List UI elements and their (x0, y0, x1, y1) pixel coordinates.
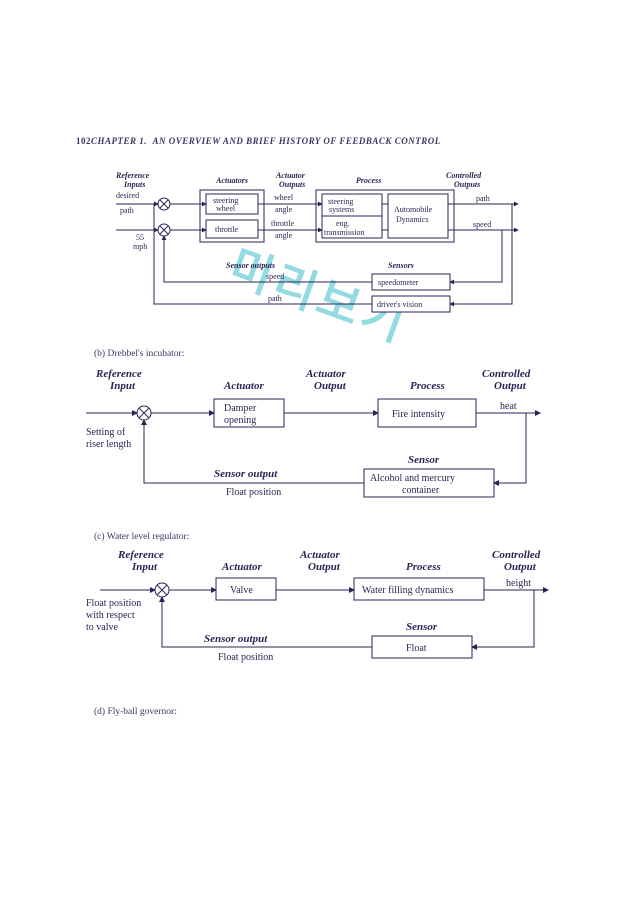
svg-text:speedometer: speedometer (378, 278, 419, 287)
svg-text:path: path (476, 194, 490, 203)
svg-text:wheel: wheel (216, 204, 236, 213)
svg-text:angle: angle (275, 231, 293, 240)
svg-text:Output: Output (314, 380, 347, 392)
svg-text:Process: Process (410, 380, 445, 392)
svg-text:Actuator: Actuator (299, 549, 340, 561)
svg-text:systems: systems (329, 205, 354, 214)
hdr-proc: Process (356, 176, 381, 185)
page-content: 102CHAPTER 1. AN OVERVIEW AND BRIEF HIST… (76, 136, 576, 721)
svg-text:Setting of: Setting of (86, 427, 126, 438)
svg-text:wheel: wheel (274, 193, 294, 202)
svg-text:height: height (506, 578, 531, 589)
running-head: 102CHAPTER 1. AN OVERVIEW AND BRIEF HIST… (76, 136, 576, 146)
svg-text:Sensor: Sensor (406, 621, 438, 633)
svg-text:Output: Output (494, 380, 527, 392)
svg-text:Valve: Valve (230, 585, 253, 596)
svg-text:Process: Process (406, 561, 441, 573)
svg-text:Float position: Float position (86, 598, 141, 609)
svg-text:heat: heat (500, 401, 517, 412)
svg-text:Float: Float (406, 643, 427, 654)
hdr-cout: Controlled (446, 171, 482, 180)
svg-text:desired: desired (116, 191, 139, 200)
svg-text:Fire intensity: Fire intensity (392, 409, 445, 420)
svg-text:Reference: Reference (117, 549, 164, 561)
svg-text:Output: Output (308, 561, 341, 573)
svg-text:Actuator: Actuator (305, 368, 346, 380)
svg-text:Outputs: Outputs (454, 180, 480, 189)
svg-text:eng.: eng. (336, 219, 350, 228)
hdr-aout: Actuator (275, 171, 306, 180)
svg-text:path: path (268, 294, 282, 303)
svg-text:throttle: throttle (215, 225, 239, 234)
svg-text:Controlled: Controlled (492, 549, 541, 561)
svg-text:Actuator: Actuator (221, 561, 262, 573)
svg-text:Float position: Float position (218, 652, 273, 663)
svg-text:Water filling dynamics: Water filling dynamics (362, 585, 454, 596)
diagram-c: ReferenceInput Actuator ActuatorOutput P… (86, 546, 556, 686)
hdr-act: Actuators (215, 176, 248, 185)
svg-text:driver's vision: driver's vision (377, 300, 422, 309)
diagram-b: ReferenceInput Actuator ActuatorOutput P… (86, 363, 546, 513)
svg-text:to valve: to valve (86, 622, 118, 633)
svg-text:speed: speed (266, 272, 284, 281)
hdr-ref: Reference (116, 171, 150, 180)
svg-text:with respect: with respect (86, 610, 135, 621)
svg-text:Actuator: Actuator (223, 380, 264, 392)
svg-text:Automobile: Automobile (394, 205, 433, 214)
svg-text:Alcohol and mercury: Alcohol and mercury (370, 473, 455, 484)
chapter-title: AN OVERVIEW AND BRIEF HISTORY OF FEEDBAC… (153, 136, 441, 146)
caption-b: (b) Drebbel's incubator: (94, 349, 576, 359)
svg-text:Sensor: Sensor (408, 454, 440, 466)
svg-text:Inputs: Inputs (123, 180, 145, 189)
svg-text:Outputs: Outputs (279, 180, 305, 189)
diagram-a: ReferenceInputs Actuators ActuatorOutput… (116, 168, 526, 338)
chapter-label: CHAPTER 1. (91, 136, 147, 146)
svg-text:Controlled: Controlled (482, 368, 531, 380)
svg-text:container: container (402, 485, 440, 496)
svg-text:opening: opening (224, 415, 256, 426)
caption-d: (d) Fly-ball governor: (94, 707, 576, 717)
svg-text:Sensor outputs: Sensor outputs (226, 261, 275, 270)
svg-text:Dynamics: Dynamics (396, 215, 428, 224)
svg-text:Input: Input (131, 561, 158, 573)
svg-text:mph: mph (133, 242, 147, 251)
svg-text:Input: Input (109, 380, 136, 392)
svg-text:55: 55 (136, 233, 144, 242)
svg-text:path: path (120, 206, 134, 215)
svg-text:throttle: throttle (271, 219, 295, 228)
svg-text:Output: Output (504, 561, 537, 573)
svg-text:Sensor output: Sensor output (204, 633, 268, 645)
svg-text:Damper: Damper (224, 403, 257, 414)
svg-text:transmission: transmission (324, 228, 364, 237)
svg-text:Reference: Reference (95, 368, 142, 380)
svg-text:Float position: Float position (226, 487, 281, 498)
page-number: 102 (76, 136, 91, 146)
svg-text:Sensor output: Sensor output (214, 468, 278, 480)
caption-c: (c) Water level regulator: (94, 532, 576, 542)
svg-text:Sensors: Sensors (388, 261, 414, 270)
svg-text:riser length: riser length (86, 439, 131, 450)
svg-text:speed: speed (473, 220, 491, 229)
svg-text:angle: angle (275, 205, 293, 214)
